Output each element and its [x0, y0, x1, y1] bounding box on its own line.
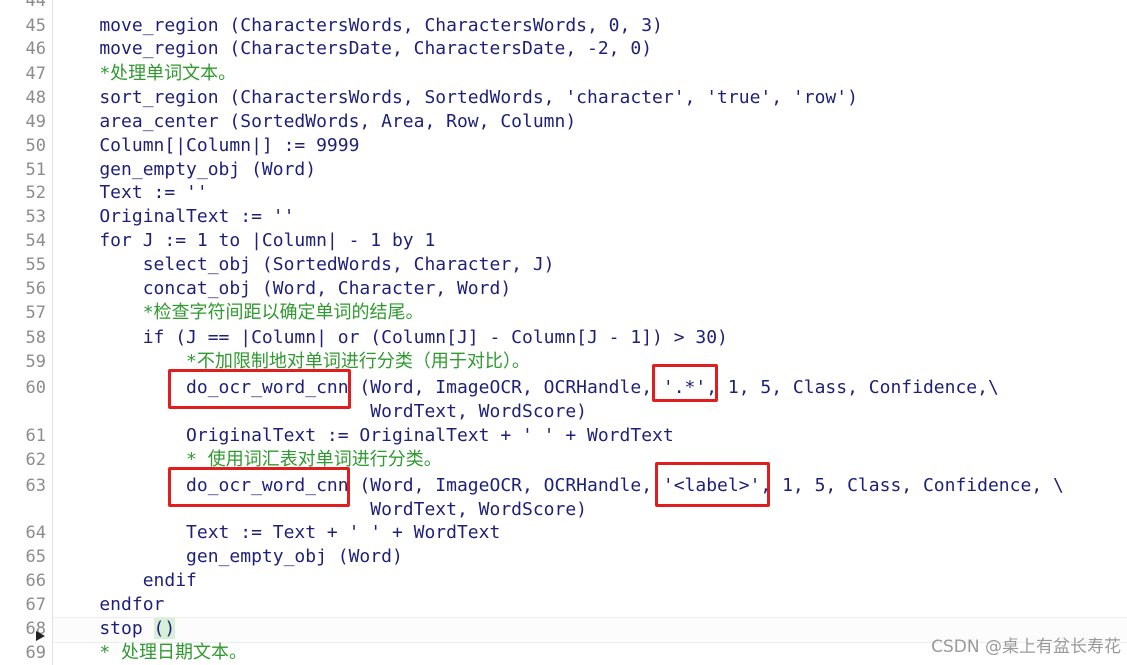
watermark: CSDN @桌上有盆长寿花 [931, 637, 1121, 657]
code-line[interactable]: gen_empty_obj (Word) [56, 546, 403, 568]
line-number: 62 [25, 450, 46, 470]
code-line[interactable]: stop () [56, 618, 176, 640]
code-line[interactable]: OriginalText := '' [56, 206, 294, 228]
line-number: 45 [25, 16, 46, 36]
code-editor[interactable]: 44 45 move_region (CharactersWords, Chara… [0, 0, 1127, 665]
line-number: 65 [25, 547, 46, 567]
comment-line[interactable]: * 使用词汇表对单词进行分类。 [56, 449, 442, 471]
comment-line[interactable]: *检查字符间距以确定单词的结尾。 [56, 302, 424, 324]
line-number: 49 [25, 112, 46, 132]
line-number: 66 [25, 571, 46, 591]
comment-line[interactable]: *处理单词文本。 [56, 63, 236, 85]
line-number: 57 [25, 303, 46, 323]
line-number: 60 [25, 378, 46, 398]
code-line[interactable]: OriginalText := OriginalText + ' ' + Wor… [56, 425, 674, 447]
line-number: 69 [25, 643, 46, 663]
line-number: 47 [25, 64, 46, 84]
line-number: 56 [25, 279, 46, 299]
line-number: 64 [25, 523, 46, 543]
line-number: 53 [25, 207, 46, 227]
line-number: 54 [25, 231, 46, 251]
code-line[interactable]: Text := '' [56, 182, 207, 204]
line-number: 50 [25, 136, 46, 156]
line-number: 55 [25, 255, 46, 275]
code-line[interactable]: WordText, WordScore) [56, 401, 587, 423]
code-line[interactable]: WordText, WordScore) [56, 499, 587, 521]
line-number: 46 [25, 39, 46, 59]
breakpoint-arrow-icon[interactable] [36, 631, 45, 641]
line-number: 59 [25, 352, 46, 372]
comment-line[interactable]: *不加限制地对单词进行分类（用于对比）。 [56, 351, 530, 373]
code-line[interactable]: sort_region (CharactersWords, SortedWord… [56, 87, 858, 109]
code-line[interactable]: do_ocr_word_cnn (Word, ImageOCR, OCRHand… [56, 475, 1064, 497]
code-line[interactable]: if (J == |Column| or (Column[J] - Column… [56, 327, 728, 349]
code-line[interactable]: gen_empty_obj (Word) [56, 159, 316, 181]
line-number: 67 [25, 595, 46, 615]
code-line[interactable]: do_ocr_word_cnn (Word, ImageOCR, OCRHand… [56, 377, 999, 399]
code-line[interactable]: concat_obj (Word, Character, Word) [56, 278, 511, 300]
code-line[interactable]: select_obj (SortedWords, Character, J) [56, 254, 555, 276]
code-line[interactable]: area_center (SortedWords, Area, Row, Col… [56, 111, 576, 133]
matching-paren-highlight: () [153, 618, 176, 639]
line-number: 44 [25, 0, 46, 11]
line-number: 52 [25, 183, 46, 203]
line-number: 58 [25, 328, 46, 348]
code-line[interactable]: endif [56, 570, 197, 592]
line-number: 61 [25, 426, 46, 446]
code-line[interactable]: Text := Text + ' ' + WordText [56, 522, 500, 544]
comment-line[interactable]: * 处理日期文本。 [56, 642, 247, 664]
code-line[interactable]: for J := 1 to |Column| - 1 by 1 [56, 230, 435, 252]
code-line[interactable]: move_region (CharactersDate, CharactersD… [56, 38, 652, 60]
code-line[interactable]: endfor [56, 594, 164, 616]
line-number: 48 [25, 88, 46, 108]
code-line[interactable]: move_region (CharactersWords, Characters… [56, 15, 663, 37]
line-number: 63 [25, 476, 46, 496]
code-line[interactable]: Column[|Column|] := 9999 [56, 135, 359, 157]
line-number: 51 [25, 160, 46, 180]
